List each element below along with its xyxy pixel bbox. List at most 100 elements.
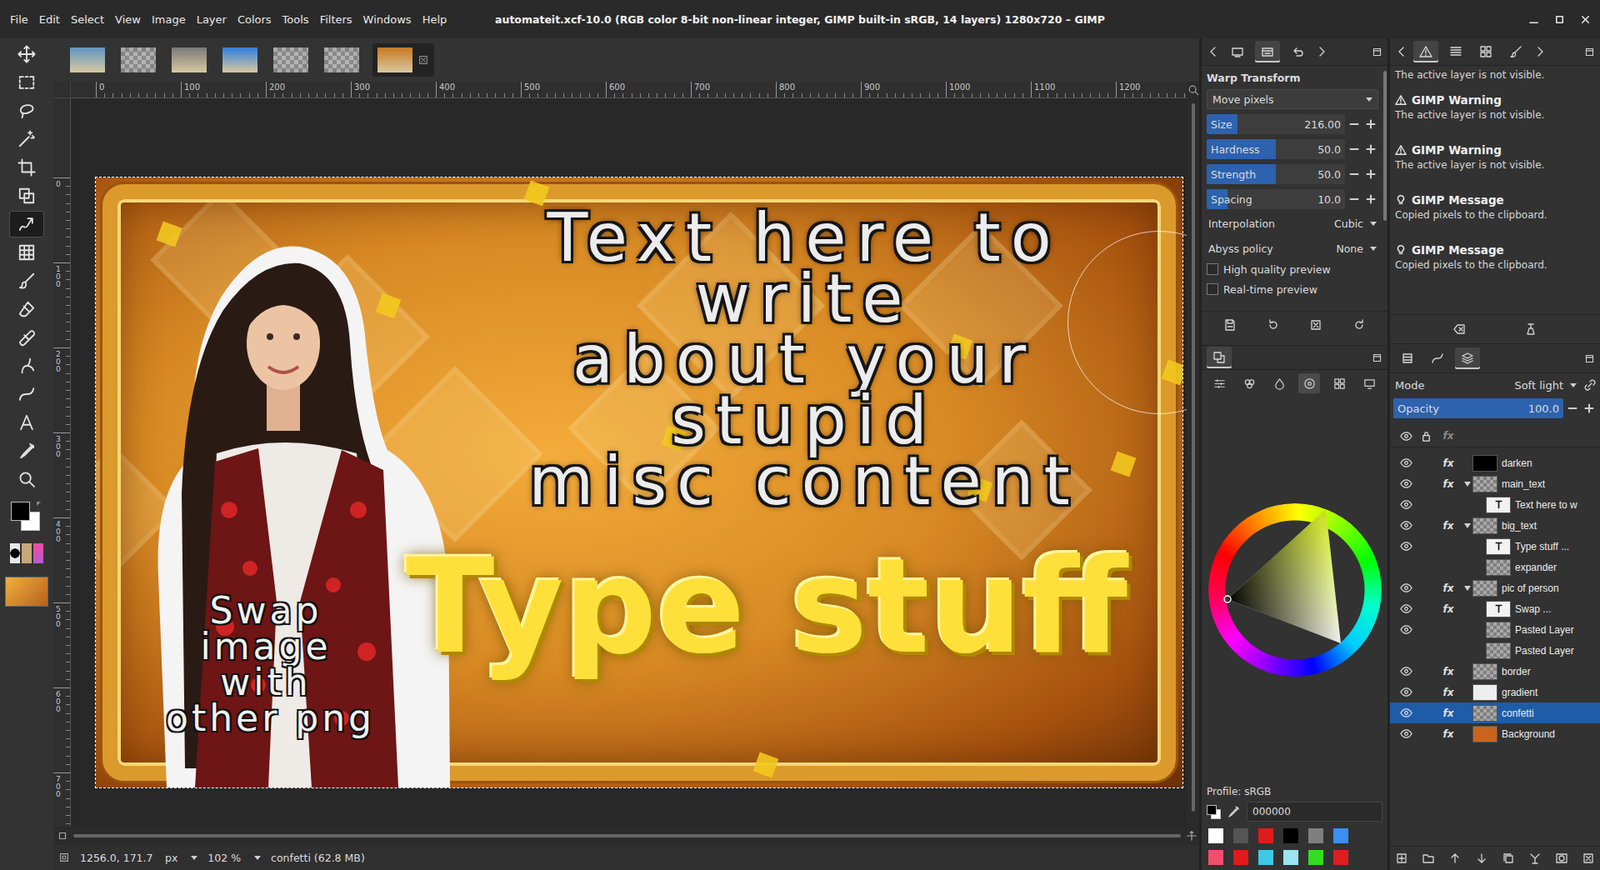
- tool-button[interactable]: [9, 352, 45, 380]
- duplicate-icon[interactable]: [1501, 851, 1515, 865]
- menu-item[interactable]: Help: [422, 13, 448, 26]
- layer-row[interactable]: fxgradient: [1390, 681, 1600, 703]
- layer-row[interactable]: Pasted Layer: [1390, 619, 1600, 640]
- menu-item[interactable]: Tools: [282, 13, 310, 26]
- dock-menu-icon[interactable]: [1584, 46, 1595, 58]
- color-selector[interactable]: [1328, 373, 1350, 394]
- layer-row[interactable]: fxpic of person: [1390, 577, 1600, 599]
- color-swatch[interactable]: [1283, 828, 1299, 844]
- expander-icon[interactable]: [1464, 481, 1471, 487]
- tool-button[interactable]: [9, 380, 45, 408]
- fx-icon[interactable]: fx: [1443, 603, 1455, 615]
- layer-row[interactable]: fxBackground: [1390, 723, 1600, 745]
- mode-dropdown[interactable]: Soft light: [1514, 379, 1577, 392]
- eye-icon[interactable]: [1400, 498, 1413, 511]
- image-tab[interactable]: [67, 43, 108, 77]
- unit-dropdown[interactable]: px: [165, 851, 198, 865]
- dock-tab[interactable]: [1255, 40, 1280, 63]
- option-dropdown[interactable]: InterpolationCubic: [1206, 212, 1379, 235]
- minimize-icon[interactable]: [1527, 13, 1540, 26]
- quick-mask-icon[interactable]: [56, 830, 69, 842]
- eye-icon[interactable]: [1400, 540, 1413, 553]
- merge-icon[interactable]: [1528, 851, 1542, 865]
- option-slider[interactable]: Spacing10.0: [1206, 189, 1379, 210]
- color-picker-icon[interactable]: [1226, 805, 1240, 819]
- image-tab[interactable]: [321, 43, 362, 77]
- menu-item[interactable]: Edit: [39, 13, 60, 26]
- color-swatch[interactable]: [1333, 828, 1349, 844]
- color-selector[interactable]: [1298, 373, 1320, 394]
- color-swatch[interactable]: [1333, 850, 1349, 865]
- plus-icon[interactable]: [1581, 400, 1597, 416]
- color-swatch[interactable]: [1258, 850, 1274, 865]
- zoom-dropdown[interactable]: 102 %: [207, 851, 261, 865]
- hex-field[interactable]: 000000: [1246, 801, 1383, 822]
- eye-icon[interactable]: [1400, 519, 1413, 532]
- fg-bg-colors[interactable]: [9, 500, 45, 534]
- new-layer-icon[interactable]: [1395, 851, 1409, 865]
- minus-icon[interactable]: [1346, 141, 1362, 157]
- image-canvas[interactable]: Text here towriteabout yourstupidmisc co…: [95, 177, 1183, 788]
- fx-icon[interactable]: fx: [1443, 582, 1455, 595]
- color-swatch[interactable]: [1308, 828, 1324, 844]
- delete-icon[interactable]: [1309, 318, 1323, 332]
- option-slider[interactable]: Size216.00: [1206, 114, 1379, 135]
- color-swatch[interactable]: [1308, 850, 1324, 865]
- color-triangle[interactable]: [1208, 503, 1382, 677]
- tool-button[interactable]: [9, 125, 45, 153]
- dock-menu-icon[interactable]: [1371, 352, 1383, 364]
- option-slider[interactable]: Strength50.0: [1206, 164, 1379, 185]
- layer-row[interactable]: Pasted Layer: [1390, 640, 1600, 661]
- eye-icon[interactable]: [1400, 602, 1413, 615]
- layer-row[interactable]: fxmain_text: [1390, 473, 1600, 495]
- color-swatch[interactable]: [1233, 828, 1249, 844]
- trash-icon[interactable]: [1581, 851, 1595, 865]
- eye-icon[interactable]: [1400, 581, 1413, 595]
- menu-item[interactable]: Select: [70, 13, 105, 26]
- minus-icon[interactable]: [1346, 116, 1362, 132]
- dock-tab[interactable]: [1285, 40, 1310, 63]
- tool-button[interactable]: [9, 465, 45, 493]
- color-swatch[interactable]: [1208, 828, 1224, 844]
- fx-icon[interactable]: fx: [1443, 457, 1455, 470]
- close-icon[interactable]: [1579, 13, 1592, 26]
- lock-icon[interactable]: [1420, 430, 1433, 443]
- arrow-right-icon[interactable]: [1533, 45, 1547, 59]
- fx-icon[interactable]: fx: [1443, 665, 1455, 678]
- behavior-dropdown[interactable]: Move pixels: [1206, 89, 1379, 110]
- menu-item[interactable]: Image: [151, 13, 186, 26]
- layer-row[interactable]: Type stuff ...: [1390, 535, 1600, 557]
- color-swatch[interactable]: [1283, 850, 1299, 865]
- chain-icon[interactable]: [1583, 378, 1597, 392]
- color-selector[interactable]: [1209, 373, 1231, 394]
- image-preview[interactable]: [5, 576, 49, 607]
- zoom-icon[interactable]: [1187, 84, 1200, 96]
- arrow-right-icon[interactable]: [1315, 45, 1329, 59]
- tool-button[interactable]: [9, 409, 45, 436]
- menu-item[interactable]: Windows: [363, 13, 412, 26]
- color-selector[interactable]: [1358, 373, 1380, 394]
- option-checkbox[interactable]: High quality preview: [1206, 259, 1379, 280]
- reset-icon[interactable]: [1352, 318, 1366, 332]
- menu-item[interactable]: Filters: [320, 13, 353, 26]
- dock-tab[interactable]: [1395, 347, 1420, 370]
- eye-icon[interactable]: [1400, 456, 1413, 470]
- new-group-icon[interactable]: [1421, 851, 1435, 865]
- tool-button[interactable]: [9, 267, 45, 295]
- menu-item[interactable]: Colors: [237, 13, 272, 26]
- menu-item[interactable]: Layer: [196, 13, 227, 26]
- image-tab[interactable]: [220, 43, 260, 77]
- fx-icon[interactable]: fx: [1443, 478, 1455, 490]
- eye-icon[interactable]: [1400, 685, 1413, 699]
- minus-icon[interactable]: [1346, 166, 1362, 182]
- horizontal-scrollbar[interactable]: [73, 833, 1181, 839]
- tool-button[interactable]: [9, 40, 45, 68]
- fx-icon[interactable]: fx: [1443, 728, 1455, 740]
- arrow-left-icon[interactable]: [1395, 45, 1409, 59]
- dock-menu-icon[interactable]: [1584, 353, 1595, 365]
- dock-tab[interactable]: [1503, 40, 1529, 63]
- foreground-color[interactable]: [10, 501, 30, 521]
- option-dropdown[interactable]: Abyss policyNone: [1206, 237, 1379, 260]
- restore-icon[interactable]: [1266, 318, 1280, 332]
- color-swatch[interactable]: [1233, 850, 1249, 865]
